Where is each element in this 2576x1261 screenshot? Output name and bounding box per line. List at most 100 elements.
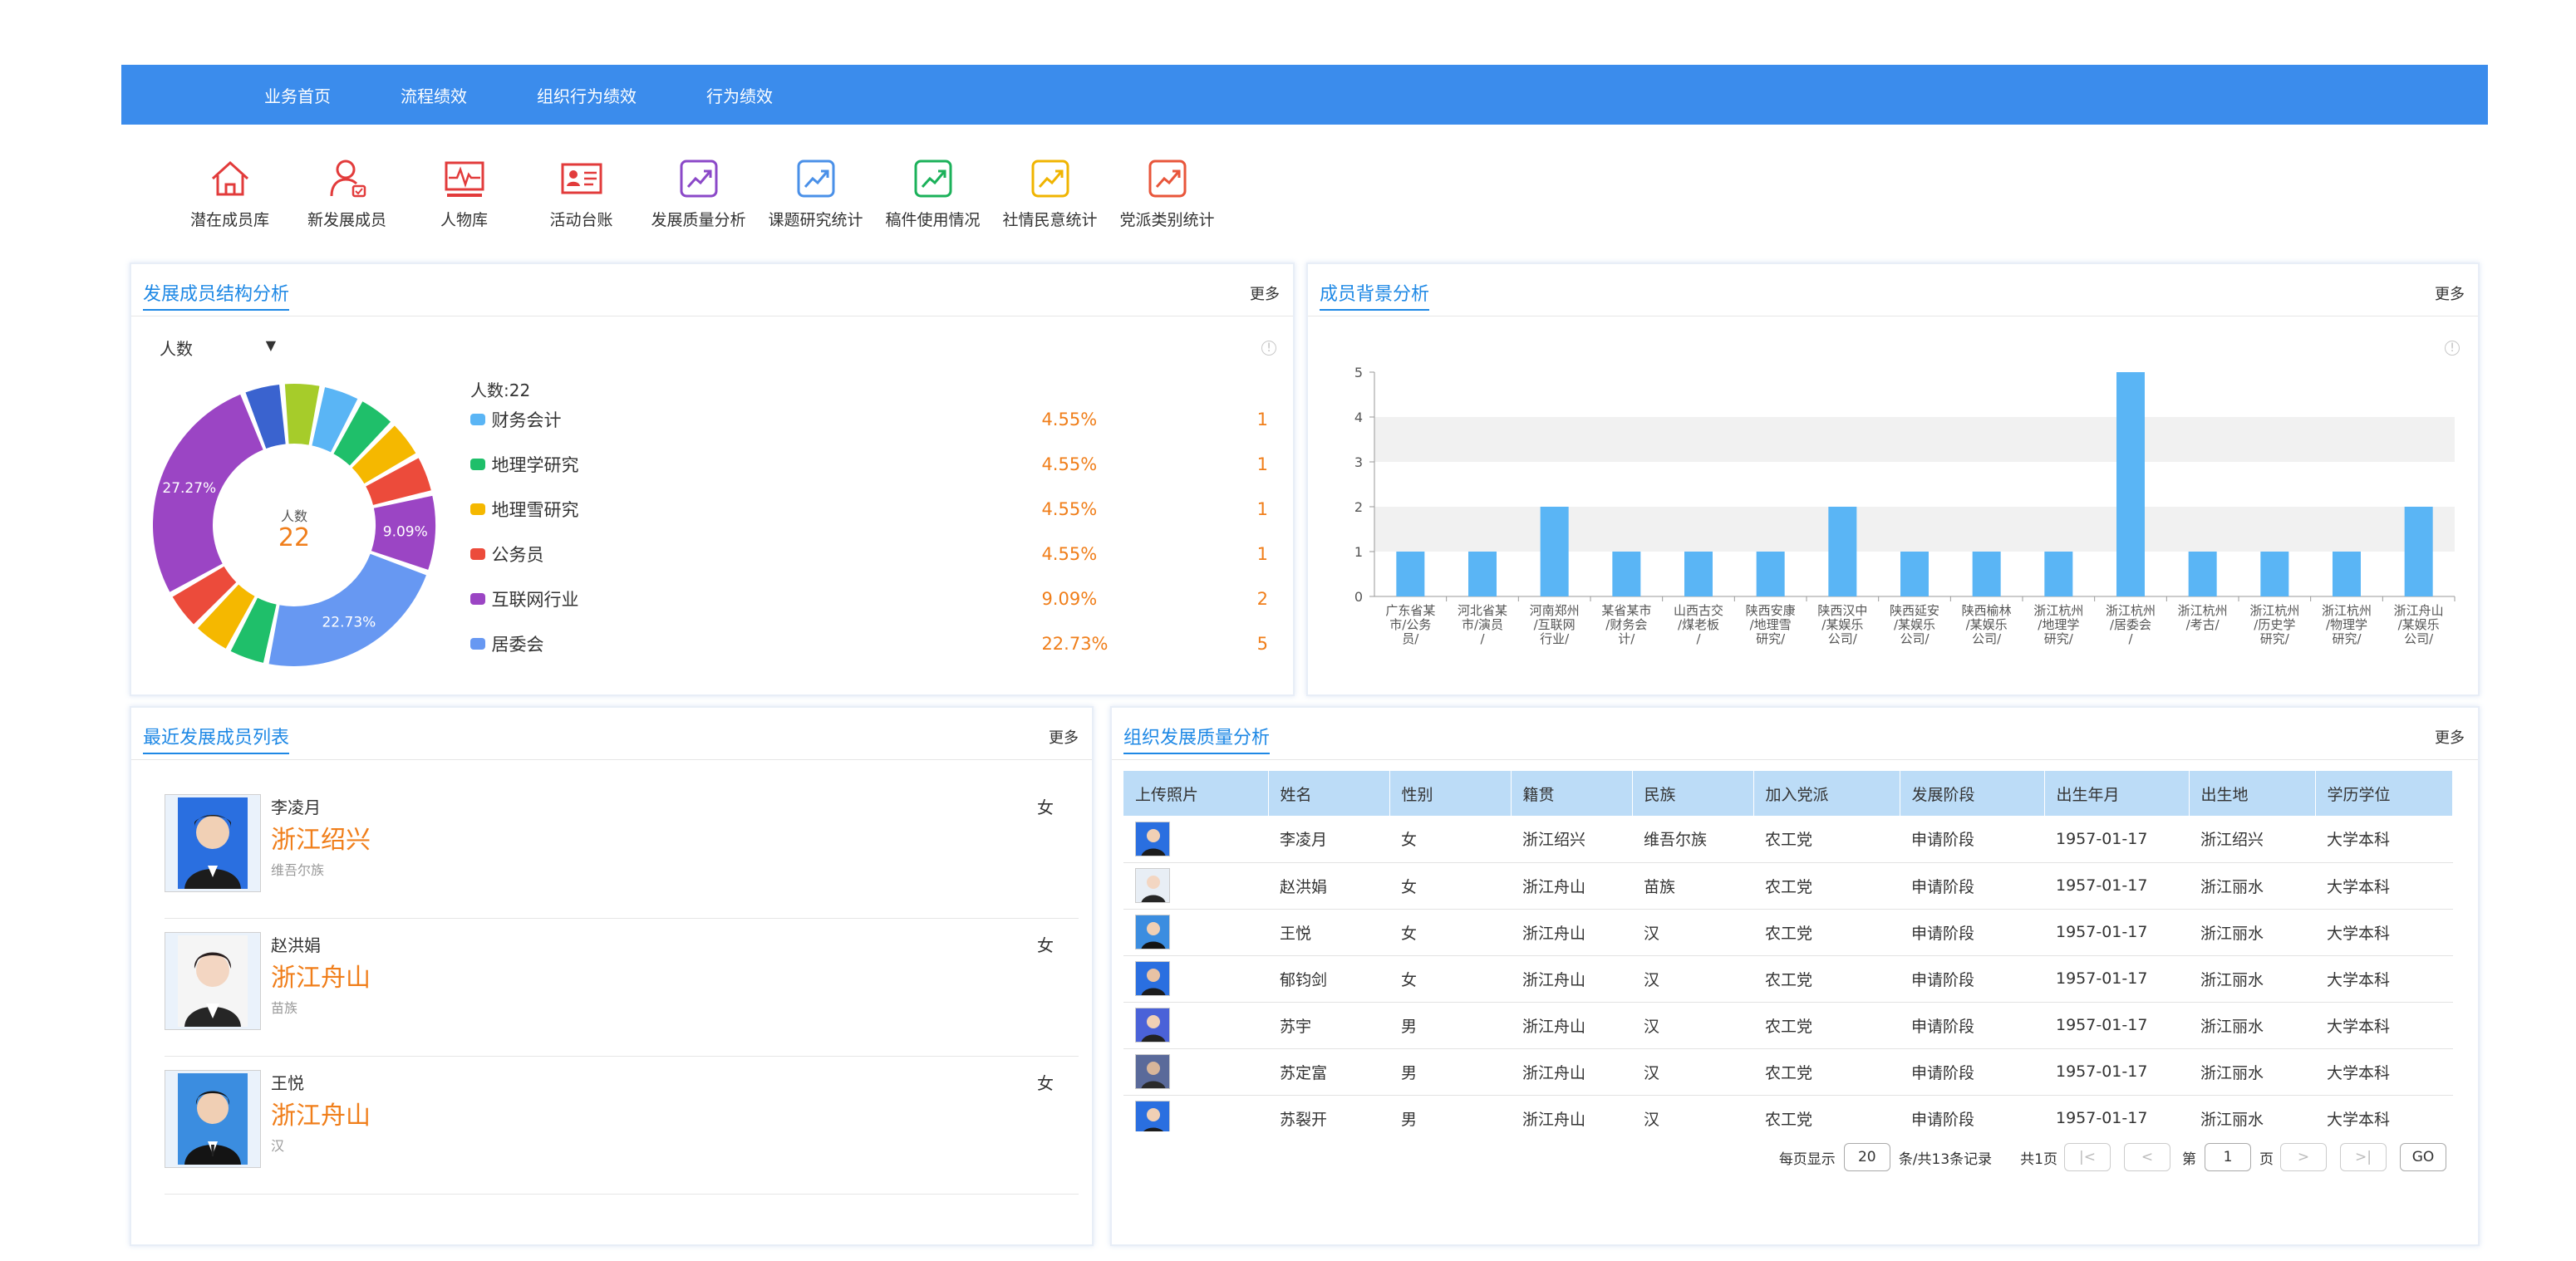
bar[interactable]: [1396, 552, 1425, 596]
table-row[interactable]: 李凌月女浙江绍兴 维吾尔族 农工党 申请阶段 1957-01-17 浙江绍兴 大学本科: [1123, 816, 2453, 863]
id-card-icon: [561, 163, 602, 194]
bar[interactable]: [1828, 507, 1857, 596]
bar[interactable]: [1612, 552, 1641, 596]
cell-party: 农工党: [1753, 816, 1900, 863]
member-card[interactable]: 赵洪娟 女 浙江舟山 苗族: [165, 924, 1079, 1057]
table-row[interactable]: 苏定富男浙江舟山汉农工党 申请阶段 1957-01-17 浙江丽水 大学本科: [1123, 1048, 2453, 1096]
bar[interactable]: [2044, 552, 2073, 596]
member-ethnic: 汉: [271, 1138, 285, 1154]
cell-education: 大学本科: [2315, 862, 2453, 910]
shortcut-activity-ledger[interactable]: 活动台账: [523, 156, 640, 230]
background-bar-chart: 0 1 2 3 4 5 广东省某市/公务员/河北省某市/演员/河南郑州/互联网行业/某省某市…: [1354, 365, 2456, 646]
table-row[interactable]: 苏宇男浙江舟山汉农工党 申请阶段 1957-01-17 浙江丽水 大学本科: [1123, 1002, 2453, 1049]
pages-label: 共1页: [2020, 1151, 2057, 1168]
legend-swatch: [470, 503, 485, 515]
bar[interactable]: [1684, 552, 1713, 596]
table-row[interactable]: 苏裂开男浙江舟山汉农工党 申请阶段 1957-01-17 浙江丽水 大学本科: [1123, 1095, 2453, 1131]
metric-select[interactable]: 人数 ▼: [160, 336, 276, 360]
donut-data-label: 22.73%: [322, 615, 376, 631]
page-input[interactable]: 1: [2205, 1143, 2251, 1171]
col-party[interactable]: 加入党派: [1753, 771, 1900, 816]
info-icon[interactable]: !: [1261, 341, 1276, 356]
donut-slice[interactable]: [268, 553, 426, 666]
x-tick-label: 浙江杭州/考古/: [2178, 603, 2228, 632]
shortcut-party-category[interactable]: 党派类别统计: [1109, 156, 1226, 230]
shortcut-research-stats[interactable]: 课题研究统计: [757, 156, 874, 230]
bar[interactable]: [1468, 552, 1497, 596]
trend-icon: [797, 159, 834, 198]
cell-birthplace: 浙江绍兴: [2189, 816, 2315, 863]
col-birth-date[interactable]: 出生年月: [2044, 771, 2190, 816]
bar[interactable]: [2116, 372, 2145, 596]
col-ethnic[interactable]: 民族: [1632, 771, 1754, 816]
cell-education: 大学本科: [2315, 955, 2453, 1003]
last-page-button[interactable]: >|: [2340, 1143, 2387, 1171]
shortcut-potential-members[interactable]: 潜在成员库: [171, 156, 288, 230]
prev-page-button[interactable]: <: [2124, 1143, 2170, 1171]
cell-origin: 浙江绍兴: [1511, 816, 1632, 863]
more-link[interactable]: 更多: [1250, 282, 1280, 304]
cell-ethnic: 汉: [1632, 1048, 1753, 1096]
col-sex[interactable]: 性别: [1389, 771, 1512, 816]
go-button[interactable]: GO: [2400, 1143, 2446, 1171]
cell-origin: 浙江舟山: [1511, 1095, 1632, 1131]
bar[interactable]: [1972, 552, 2001, 596]
legend-row[interactable]: 居委会 22.73% 5: [470, 631, 1268, 656]
shortcut-label: 党派类别统计: [1119, 211, 1215, 229]
nav-home[interactable]: 业务首页: [264, 83, 331, 107]
legend-row[interactable]: 地理雪研究 4.55% 1: [470, 497, 1268, 522]
shortcut-label: 潜在成员库: [189, 211, 269, 229]
shortcut-label: 活动台账: [549, 211, 613, 229]
col-name[interactable]: 姓名: [1268, 771, 1390, 816]
table-row[interactable]: 王悦女浙江舟山汉农工党 申请阶段 1957-01-17 浙江丽水 大学本科: [1123, 909, 2453, 956]
bar[interactable]: [1540, 507, 1569, 596]
avatar: [1135, 1054, 1170, 1089]
more-link[interactable]: 更多: [1049, 726, 1079, 748]
shortcut-new-members[interactable]: 新发展成员: [288, 156, 406, 230]
col-education[interactable]: 学历学位: [2315, 771, 2453, 816]
cell-ethnic: 汉: [1632, 1002, 1753, 1049]
member-card[interactable]: 李凌月 女 浙江绍兴 维吾尔族: [165, 786, 1079, 919]
nav-org-behavior[interactable]: 组织行为绩效: [537, 83, 637, 107]
cell-birthplace: 浙江丽水: [2189, 1002, 2315, 1049]
shortcut-label: 人物库: [440, 211, 488, 229]
avatar: [1135, 821, 1170, 856]
col-birthplace[interactable]: 出生地: [2189, 771, 2316, 816]
bar[interactable]: [2404, 507, 2433, 596]
shortcut-public-opinion[interactable]: 社情民意统计: [991, 156, 1109, 230]
legend-name: 居委会: [491, 635, 544, 655]
legend-row[interactable]: 地理学研究 4.55% 1: [470, 452, 1268, 477]
bar[interactable]: [2333, 552, 2361, 596]
legend-name: 互联网行业: [491, 590, 579, 610]
table-scroll[interactable]: 上传照片 姓名 性别 籍贯 民族 加入党派 发展阶段 出生年月 出生地 学历学位…: [1112, 708, 2478, 1131]
donut-center-value: 22: [278, 523, 311, 552]
shortcut-manuscript-usage[interactable]: 稿件使用情况: [874, 156, 991, 230]
first-page-button[interactable]: |<: [2064, 1143, 2111, 1171]
bar[interactable]: [2188, 552, 2217, 596]
col-origin[interactable]: 籍贯: [1511, 771, 1633, 816]
nav-process[interactable]: 流程绩效: [401, 83, 467, 107]
table-row[interactable]: 郁钧剑女浙江舟山汉农工党 申请阶段 1957-01-17 浙江丽水 大学本科: [1123, 955, 2453, 1003]
legend-row[interactable]: 公务员 4.55% 1: [470, 542, 1268, 567]
col-photo[interactable]: 上传照片: [1123, 771, 1269, 816]
cell-sex: 女: [1389, 909, 1511, 956]
x-tick-label: 浙江杭州/物理学研究/: [2322, 603, 2372, 646]
next-page-button[interactable]: >: [2280, 1143, 2327, 1171]
shortcut-people[interactable]: 人物库: [406, 156, 523, 230]
per-page-select[interactable]: 20: [1843, 1143, 1890, 1171]
table-row[interactable]: 赵洪娟女浙江舟山 苗族 农工党 申请阶段 1957-01-17 浙江丽水 大学本科: [1123, 862, 2453, 910]
member-sex: 女: [1037, 797, 1054, 817]
legend-count: 1: [1256, 499, 1268, 519]
bar[interactable]: [1900, 552, 1929, 596]
more-link[interactable]: 更多: [2435, 282, 2465, 304]
shortcut-dev-quality[interactable]: 发展质量分析: [640, 156, 757, 230]
bar[interactable]: [2260, 552, 2289, 596]
bar[interactable]: [1756, 552, 1785, 596]
col-stage[interactable]: 发展阶段: [1900, 771, 2045, 816]
legend-swatch: [470, 459, 485, 470]
member-card[interactable]: 王悦 女 浙江舟山 汉: [165, 1062, 1079, 1195]
legend-row[interactable]: 互联网行业 9.09% 2: [470, 586, 1268, 611]
legend-row[interactable]: 财务会计 4.55% 1: [470, 407, 1268, 432]
nav-behavior[interactable]: 行为绩效: [706, 83, 773, 107]
member-name: 王悦: [271, 1073, 304, 1093]
